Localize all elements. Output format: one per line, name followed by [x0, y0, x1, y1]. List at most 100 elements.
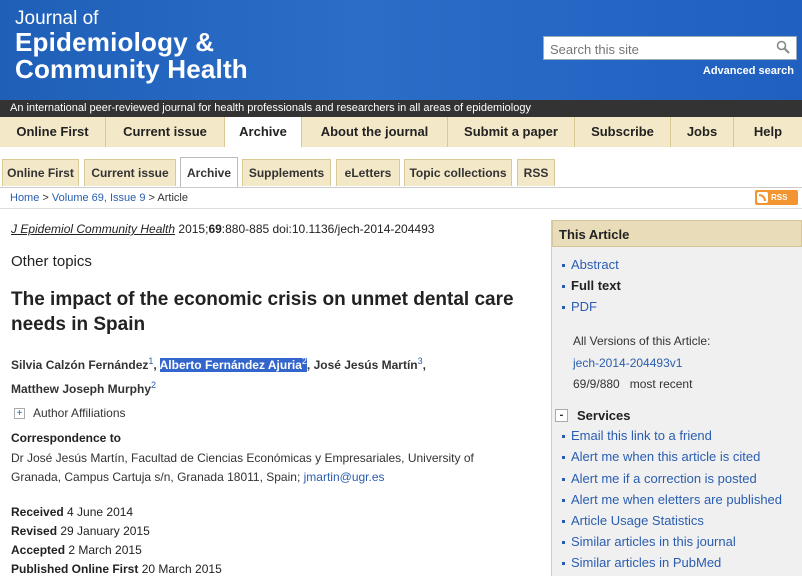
sidebar-item-label: PDF	[571, 299, 597, 314]
citation-volume: 69	[208, 222, 222, 236]
author-affiliation-ref[interactable]: 3	[418, 356, 423, 366]
service-label: Alert me if a correction is posted	[571, 471, 757, 486]
article-sidebar: This Article Abstract Full text PDF All …	[551, 220, 802, 576]
breadcrumb-volume[interactable]: Volume 69, Issue 9	[52, 192, 146, 204]
main-navigation: Online First Current issue Archive About…	[0, 117, 802, 148]
article-dates: Received 4 June 2014 Revised 29 January …	[11, 503, 222, 579]
rss-label: RSS	[771, 193, 788, 202]
search-input[interactable]	[548, 38, 772, 60]
service-label: Alert me when eletters are published	[571, 492, 783, 507]
services-header[interactable]: - Services	[555, 406, 799, 424]
date-value: 2 March 2015	[65, 543, 142, 557]
author-affiliation-ref[interactable]: 2	[302, 356, 307, 366]
bullet-icon	[562, 435, 565, 439]
breadcrumb-current: Article	[157, 192, 188, 204]
nav-online-first[interactable]: Online First	[0, 117, 106, 147]
logo-line-3: Community Health	[15, 54, 248, 84]
date-value: 29 January 2015	[57, 524, 150, 538]
author-name-text: José Jesús Martín	[313, 358, 418, 372]
nav-help[interactable]: Help	[734, 117, 802, 147]
tab-online-first[interactable]: Online First	[2, 159, 79, 186]
author-affiliation-ref[interactable]: 1	[148, 356, 153, 366]
site-header: Journal of Epidemiology & Community Heal…	[0, 0, 802, 100]
breadcrumb-home[interactable]: Home	[10, 192, 39, 204]
version-status: most recent	[629, 377, 693, 391]
author-name[interactable]: Matthew Joseph Murphy2	[11, 380, 156, 396]
date-received: Received 4 June 2014	[11, 503, 222, 522]
versions-label: All Versions of this Article:	[573, 334, 711, 348]
bullet-icon	[562, 264, 565, 268]
logo-line-1: Journal of	[15, 8, 99, 29]
service-alert-eletters[interactable]: Alert me when eletters are published	[562, 492, 782, 507]
sidebar-item-abstract[interactable]: Abstract	[562, 257, 619, 272]
service-similar-journal[interactable]: Similar articles in this journal	[562, 534, 736, 549]
rss-icon	[757, 192, 768, 203]
author-name[interactable]: José Jesús Martín3	[313, 356, 423, 372]
bullet-icon	[562, 520, 565, 524]
tab-supplements[interactable]: Supplements	[242, 159, 331, 186]
tab-current-issue[interactable]: Current issue	[84, 159, 176, 186]
article-citation: J Epidemiol Community Health 2015;69:880…	[11, 222, 434, 236]
citation-pages-doi: :880-885 doi:10.1136/jech-2014-204493	[221, 222, 435, 236]
bullet-icon	[562, 306, 565, 310]
rss-feed-button[interactable]: RSS	[755, 190, 798, 205]
date-accepted: Accepted 2 March 2015	[11, 541, 222, 560]
author-list: Silvia Calzón Fernández1, Alberto Fernán…	[11, 356, 426, 396]
service-email-friend[interactable]: Email this link to a friend	[562, 428, 712, 443]
nav-current-issue[interactable]: Current issue	[106, 117, 225, 147]
service-label: Similar articles in PubMed	[571, 555, 722, 570]
nav-archive[interactable]: Archive	[225, 117, 302, 147]
tagline-bar: An international peer-reviewed journal f…	[0, 100, 802, 117]
tab-archive[interactable]: Archive	[180, 157, 238, 187]
correspondence-text: Dr José Jesús Martín, Facultad de Cienci…	[11, 449, 511, 487]
search-box	[543, 36, 797, 60]
author-affiliations-toggle[interactable]: + Author Affiliations	[14, 406, 126, 420]
author-name-text: Silvia Calzón Fernández	[11, 358, 149, 372]
nav-subscribe[interactable]: Subscribe	[575, 117, 671, 147]
correspondence-email-link[interactable]: jmartin@ugr.es	[304, 470, 385, 484]
bullet-icon	[562, 499, 565, 503]
date-label: Accepted	[11, 543, 66, 557]
collapse-minus-icon[interactable]: -	[555, 408, 568, 422]
date-label: Received	[11, 505, 64, 519]
sidebar-item-label: Abstract	[571, 257, 619, 272]
version-number: 69/9/880	[573, 377, 620, 391]
divider	[0, 208, 802, 209]
tagline-text: An international peer-reviewed journal f…	[10, 102, 531, 114]
service-label: Email this link to a friend	[571, 428, 712, 443]
author-affiliation-ref[interactable]: 2	[151, 380, 156, 390]
sidebar-item-label: Full text	[571, 278, 621, 293]
search-icon[interactable]	[776, 40, 790, 54]
tab-topic-collections[interactable]: Topic collections	[404, 159, 512, 186]
sidebar-heading: This Article	[552, 220, 802, 247]
author-name-text: Matthew Joseph Murphy	[11, 382, 152, 396]
service-alert-cited[interactable]: Alert me when this article is cited	[562, 449, 760, 464]
service-usage-statistics[interactable]: Article Usage Statistics	[562, 513, 704, 528]
bullet-icon	[562, 541, 565, 545]
author-name[interactable]: Silvia Calzón Fernández1	[11, 356, 153, 372]
date-label: Published Online First	[11, 562, 139, 576]
tab-rss[interactable]: RSS	[517, 159, 555, 186]
journal-abbreviation: J Epidemiol Community Health	[11, 222, 176, 236]
sidebar-item-pdf[interactable]: PDF	[562, 299, 597, 314]
sub-tabs: Online First Current issue Archive Suppl…	[0, 147, 802, 188]
advanced-search-link[interactable]: Advanced search	[703, 65, 794, 77]
nav-jobs[interactable]: Jobs	[671, 117, 734, 147]
tab-eletters[interactable]: eLetters	[336, 159, 400, 186]
version-link[interactable]: jech-2014-204493v1	[573, 356, 682, 370]
author-name-selected[interactable]: Alberto Fernández Ajuria2	[159, 356, 307, 372]
breadcrumb-separator: >	[148, 192, 155, 204]
correspondence-heading: Correspondence to	[11, 431, 122, 445]
logo-line-2: Epidemiology &	[15, 27, 215, 57]
service-alert-correction[interactable]: Alert me if a correction is posted	[562, 471, 757, 486]
journal-logo[interactable]: Journal of Epidemiology & Community Heal…	[15, 8, 248, 83]
bullet-icon	[562, 285, 565, 289]
service-similar-pubmed[interactable]: Similar articles in PubMed	[562, 555, 721, 570]
expand-plus-icon[interactable]: +	[14, 407, 25, 419]
date-published-online: Published Online First 20 March 2015	[11, 560, 222, 579]
date-label: Revised	[11, 524, 58, 538]
nav-about-journal[interactable]: About the journal	[302, 117, 448, 147]
bullet-icon	[562, 478, 565, 482]
nav-submit-paper[interactable]: Submit a paper	[448, 117, 575, 147]
sidebar-item-full-text[interactable]: Full text	[562, 278, 621, 293]
